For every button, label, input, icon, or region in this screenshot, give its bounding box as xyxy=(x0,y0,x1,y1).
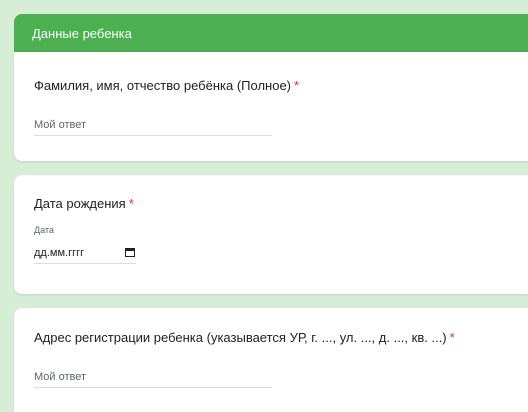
required-asterisk: * xyxy=(449,330,455,345)
question-card-full-name: Фамилия, имя, отчество ребёнка (Полное) *… xyxy=(14,52,528,161)
question-text: Адрес регистрации ребенка (указывается У… xyxy=(34,330,447,345)
calendar-icon[interactable] xyxy=(125,248,135,257)
section-header: Данные ребенка xyxy=(14,14,528,52)
input-placeholder: Мой ответ xyxy=(34,371,87,383)
question-label-address: Адрес регистрации ребенка (указывается У… xyxy=(34,330,455,345)
question-label-birth-date: Дата рождения * xyxy=(34,196,134,211)
form-page: Данные ребенка Фамилия, имя, отчество ре… xyxy=(0,0,528,412)
input-placeholder: Мой ответ xyxy=(34,119,87,131)
birth-date-input[interactable]: дд.мм.гггг xyxy=(34,242,136,264)
question-card-address: Адрес регистрации ребенка (указывается У… xyxy=(14,308,528,412)
question-card-birth-date: Дата рождения * Дата дд.мм.гггг xyxy=(14,175,528,294)
question-text: Дата рождения xyxy=(34,196,126,211)
question-text: Фамилия, имя, отчество ребёнка (Полное) xyxy=(34,78,291,93)
date-sub-label: Дата xyxy=(34,225,54,235)
question-label-full-name: Фамилия, имя, отчество ребёнка (Полное) * xyxy=(34,78,299,93)
section-title: Данные ребенка xyxy=(32,25,132,41)
address-input[interactable]: Мой ответ xyxy=(34,368,272,388)
required-asterisk: * xyxy=(294,78,300,93)
required-asterisk: * xyxy=(128,196,134,211)
full-name-input[interactable]: Мой ответ xyxy=(34,116,272,136)
date-placeholder: дд.мм.гггг xyxy=(34,246,85,259)
